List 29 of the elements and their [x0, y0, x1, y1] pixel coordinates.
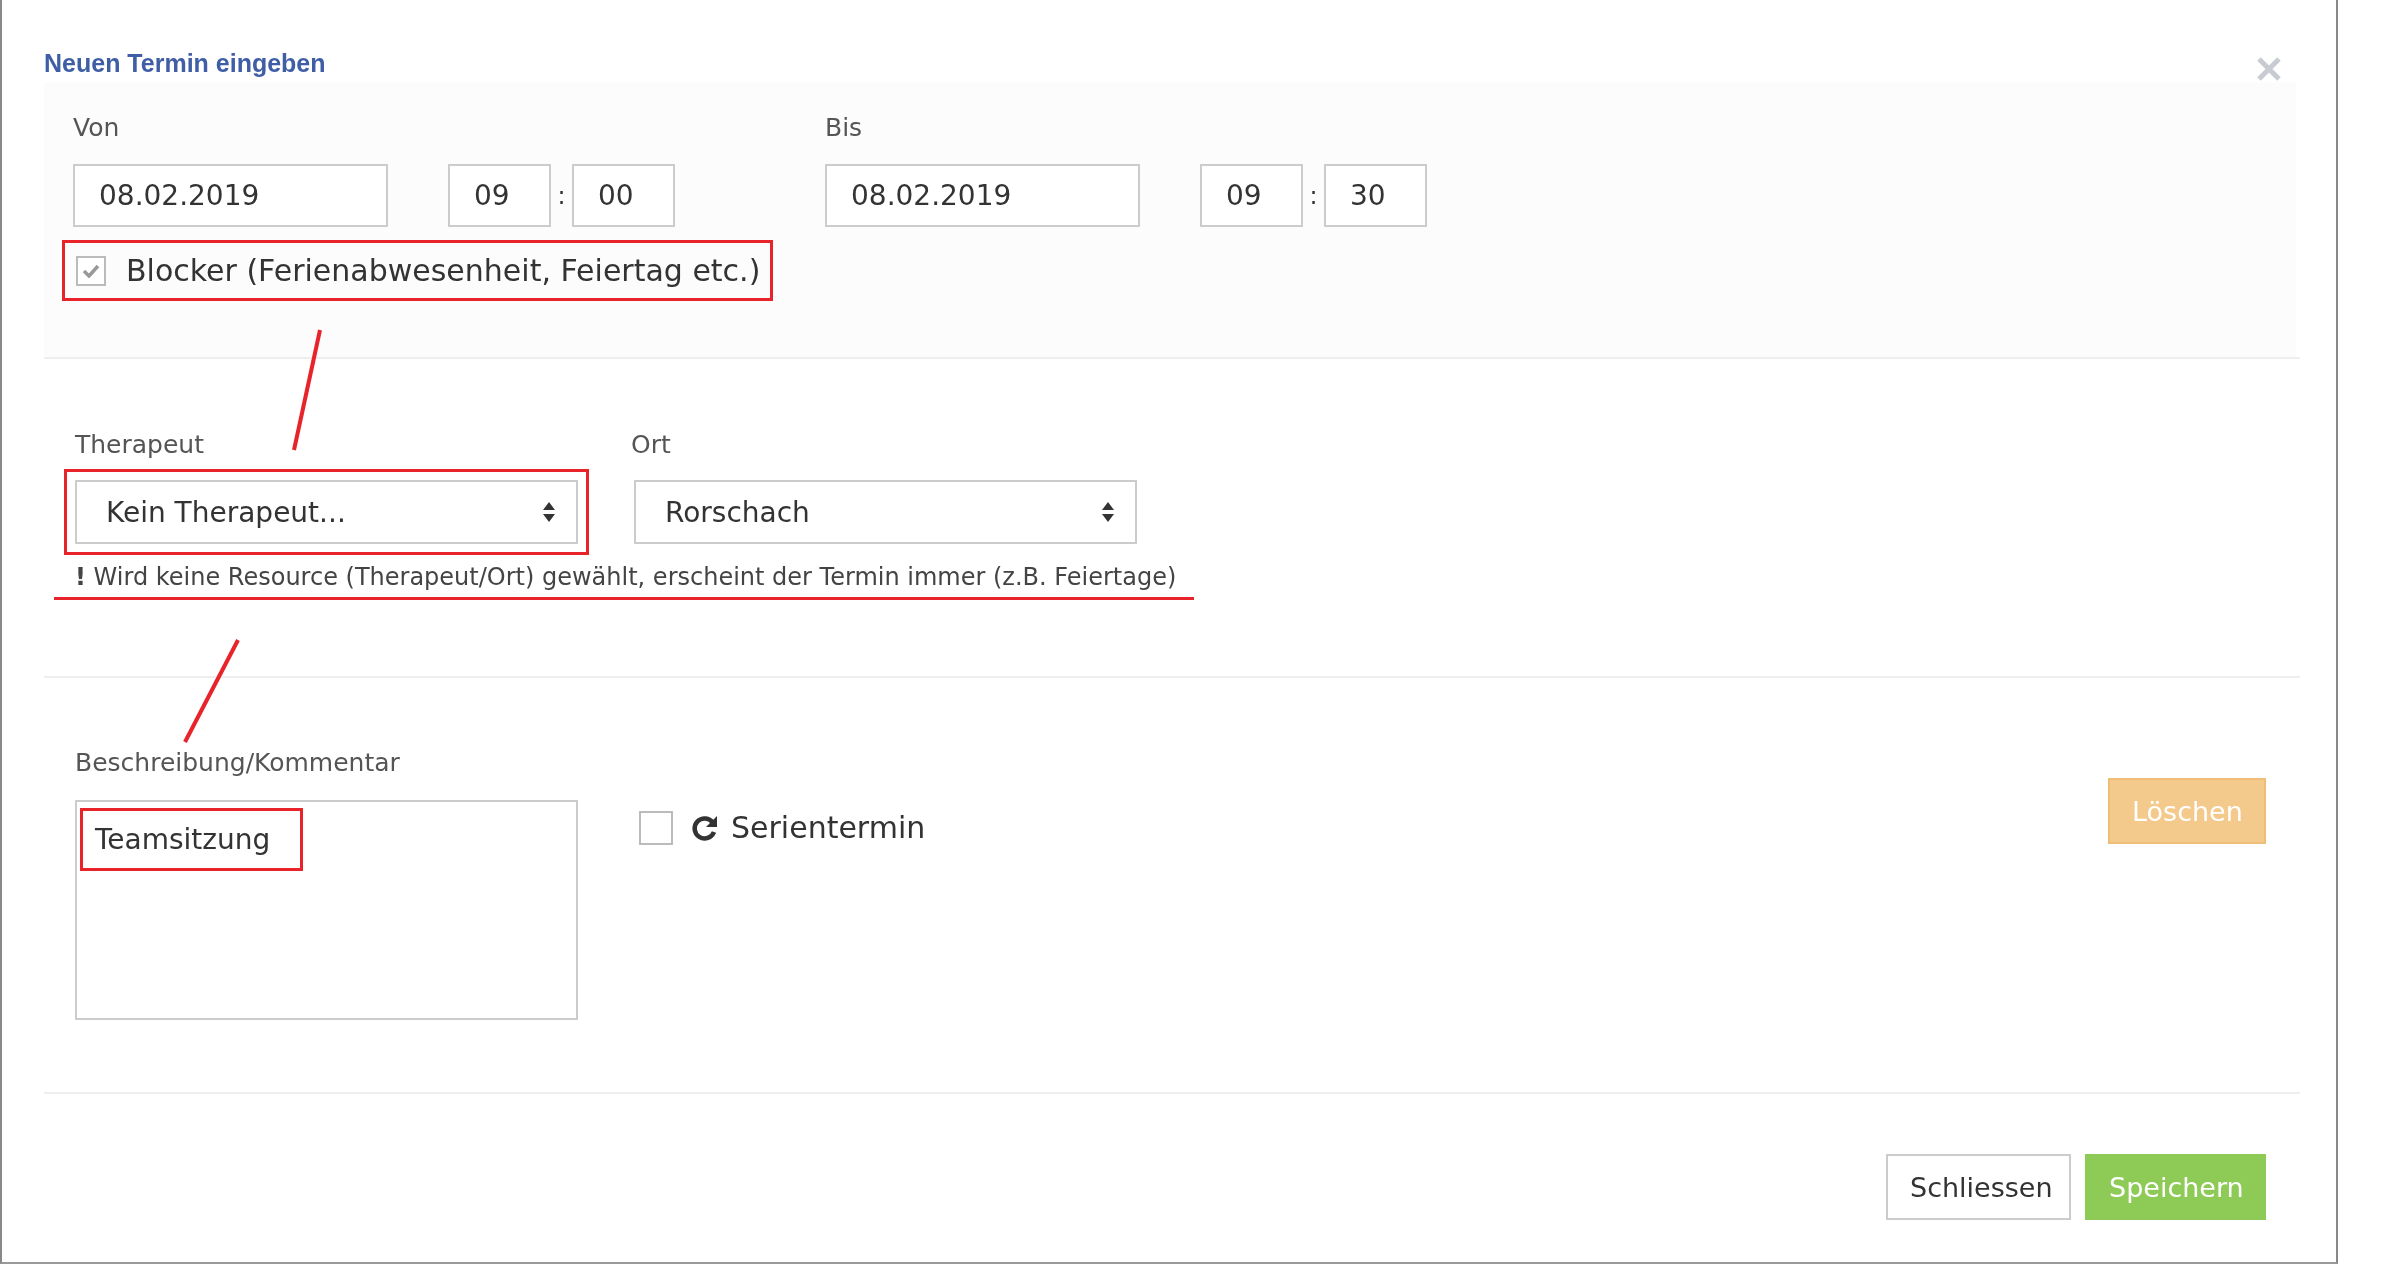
date-field[interactable]: 08.02.2019 — [825, 164, 1140, 227]
minute-field[interactable]: 00 — [572, 164, 675, 227]
close-icon[interactable] — [2256, 56, 2282, 82]
checkbox[interactable] — [639, 810, 673, 845]
field-label: Ort — [631, 430, 672, 459]
location-select[interactable]: Rorschach — [634, 480, 1137, 544]
check-icon — [82, 263, 100, 278]
dialog-title: Neuen Termin eingeben — [44, 48, 326, 78]
checkbox-label: Blocker (Ferienabwesenheit, Feiertag etc.) — [126, 253, 761, 288]
comment-field[interactable]: Teamsitzung — [75, 800, 578, 1020]
field-label: Von — [73, 113, 121, 142]
field-label: Bis — [825, 113, 864, 142]
time-separator: : — [1308, 181, 1319, 210]
refresh-icon — [691, 813, 719, 842]
therapist-select[interactable]: Kein Therapeut... — [75, 480, 578, 544]
sort-icon — [542, 501, 556, 523]
comment-text: Teamsitzung — [80, 808, 304, 871]
minute-field[interactable]: 30 — [1324, 164, 1427, 227]
checkbox[interactable] — [76, 255, 106, 286]
date-field[interactable]: 08.02.2019 — [73, 164, 388, 227]
field-label: Therapeut — [75, 430, 205, 459]
warning-text: ! Wird keine Resource (Therapeut/Ort) gewählt, erscheint der Termin immer (z.B. Feiertage) — [54, 563, 1195, 600]
checkbox-label: Serientermin — [731, 810, 926, 845]
hour-field[interactable]: 09 — [1200, 164, 1303, 227]
hour-field[interactable]: 09 — [448, 164, 551, 227]
time-separator: : — [556, 181, 567, 210]
sort-icon — [1101, 501, 1115, 523]
field-label: Beschreibung/Kommentar — [75, 748, 401, 777]
close-button[interactable]: Schliessen — [1886, 1154, 2071, 1220]
